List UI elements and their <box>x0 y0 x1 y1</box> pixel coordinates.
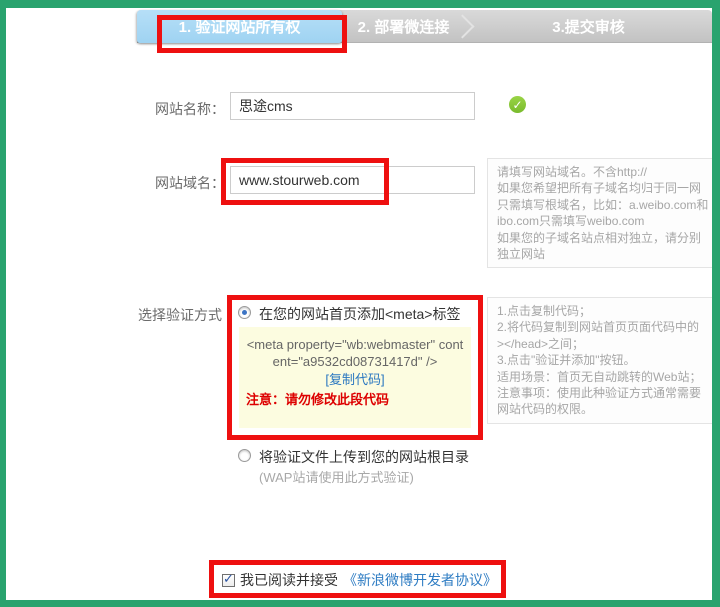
verify-help-line: 适用场景：首页无自动跳转的Web站； <box>497 369 720 385</box>
verification-wizard-page: 1. 验证网站所有权 2. 部署微连接 3.提交审核 网站名称： ✓ 网站域名：… <box>0 0 720 607</box>
code-warning-text: 注意：请勿修改此段代码 <box>239 391 471 408</box>
verify-help-line: 网站代码的权限。 <box>497 401 720 417</box>
radio-upload-file-option[interactable] <box>238 449 251 462</box>
frame-top-bar <box>0 0 720 8</box>
domain-help-box: 请填写网站域名。不含http:// 如果您希望把所有子域名均归于同一网 只需填写… <box>487 158 720 268</box>
success-check-icon: ✓ <box>509 96 526 113</box>
verify-help-line: ></head>之间； <box>497 336 720 352</box>
agreement-row: ✓ 我已阅读并接受 《新浪微博开发者协议》 <box>222 572 497 588</box>
tab-step-3-label: 3.提交审核 <box>552 16 625 37</box>
site-name-label: 网站名称： <box>80 99 225 119</box>
checkbox-tick-icon: ✓ <box>223 572 234 585</box>
verify-help-line: 1.点击复制代码； <box>497 303 720 319</box>
verify-help-line: 3.点击"验证并添加"按钮。 <box>497 352 720 368</box>
agreement-text: 我已阅读并接受 <box>240 570 338 590</box>
wap-note: (WAP站请使用此方式验证) <box>259 467 414 486</box>
verify-help-box: 1.点击复制代码； 2.将代码复制到网站首页页面代码中的 ></head>之间；… <box>487 297 720 424</box>
frame-left-bar <box>0 0 6 607</box>
steps-bar: 1. 验证网站所有权 2. 部署微连接 3.提交审核 <box>137 10 712 43</box>
tab-step-2-label: 2. 部署微连接 <box>358 16 450 37</box>
agreement-checkbox[interactable]: ✓ <box>222 574 235 587</box>
meta-code-line-1: <meta property="wb:webmaster" cont <box>239 336 471 353</box>
meta-tag-option-label[interactable]: 在您的网站首页添加<meta>标签 <box>259 304 460 324</box>
verify-method-label: 选择验证方式 <box>80 305 222 325</box>
tab-step-3-submit-review[interactable]: 3.提交审核 <box>465 10 712 43</box>
domain-help-line: ibo.com只需填写weibo.com <box>497 213 720 229</box>
domain-help-line: 请填写网站域名。不含http:// <box>497 164 720 180</box>
tab-step-1-verify-ownership[interactable]: 1. 验证网站所有权 <box>137 10 342 43</box>
radio-meta-tag-option[interactable] <box>238 306 251 319</box>
domain-help-line: 独立网站 <box>497 246 720 262</box>
site-domain-label: 网站域名： <box>80 173 225 193</box>
site-name-input[interactable] <box>230 92 475 120</box>
upload-file-option-label[interactable]: 将验证文件上传到您的网站根目录 <box>259 447 469 467</box>
frame-right-bar <box>712 0 720 607</box>
frame-bottom-bar <box>0 600 720 607</box>
verify-help-line: 2.将代码复制到网站首页页面代码中的 <box>497 319 720 335</box>
tab-step-2-deploy[interactable]: 2. 部署微连接 <box>342 10 465 43</box>
verify-help-line: 注意事项：使用此种验证方式通常需要 <box>497 385 720 401</box>
agreement-link[interactable]: 《新浪微博开发者协议》 <box>343 570 497 590</box>
domain-help-line: 如果您的子域名站点相对独立，请分别 <box>497 230 720 246</box>
tab-step-1-label: 1. 验证网站所有权 <box>179 16 301 37</box>
meta-code-line-2: ent="a9532cd08731417d" /> <box>239 353 471 370</box>
copy-code-link[interactable]: [复制代码] <box>239 371 471 388</box>
site-domain-input[interactable] <box>230 166 475 194</box>
meta-code-box: <meta property="wb:webmaster" cont ent="… <box>239 327 471 428</box>
domain-help-line: 只需填写根域名，比如：a.weibo.com和 <box>497 197 720 213</box>
domain-help-line: 如果您希望把所有子域名均归于同一网 <box>497 180 720 196</box>
